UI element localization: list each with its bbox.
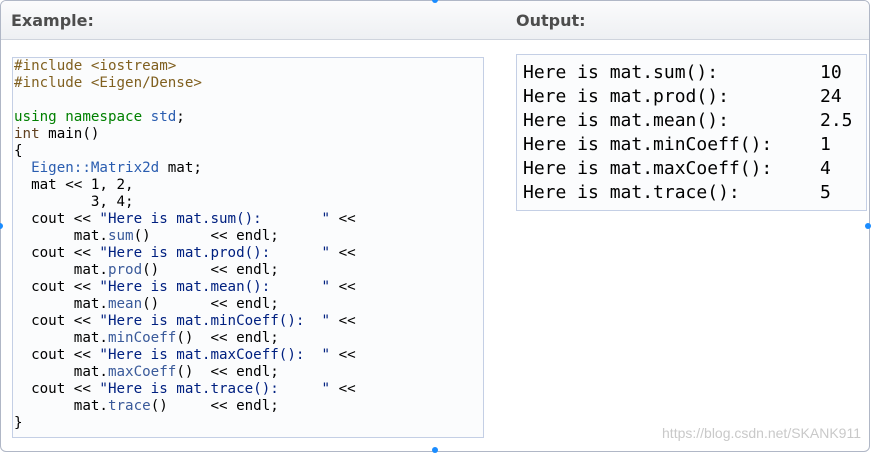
int-keyword: int xyxy=(14,126,40,142)
mat-prefix: mat. xyxy=(14,330,108,346)
matrix-type: Eigen::Matrix2d xyxy=(31,160,160,176)
resize-handle-bottom[interactable] xyxy=(432,447,438,453)
output-block: Here is mat.sum(): 10 Here is mat.prod(): 2… xyxy=(516,54,867,211)
output-value: 5 xyxy=(820,182,831,203)
include-iostream: #include <iostream> xyxy=(14,58,177,74)
cout-line: cout << "Here is mat.mean(): " << xyxy=(14,279,483,296)
method-call-line: mat.maxCoeff() << endl; xyxy=(14,364,483,381)
method-call-line: mat.mean() << endl; xyxy=(14,296,483,313)
cout-line: cout << "Here is mat.sum(): " << xyxy=(14,211,483,228)
output-label: Here is mat.minCoeff(): xyxy=(523,134,773,155)
cout-line: cout << "Here is mat.prod(): " << xyxy=(14,245,483,262)
method-tail: () << endl; xyxy=(133,228,279,244)
method-tail: () << endl; xyxy=(142,296,279,312)
init-line-1: mat << 1, 2, xyxy=(14,177,134,193)
matrix-decl: mat; xyxy=(159,160,202,176)
resize-handle-right[interactable] xyxy=(865,223,871,229)
cout-suffix: << xyxy=(330,313,356,329)
method-call-line: mat.sum() << endl; xyxy=(14,228,483,245)
cout-line: cout << "Here is mat.trace(): " << xyxy=(14,381,483,398)
example-heading: Example: xyxy=(11,11,94,30)
output-value: 10 xyxy=(820,62,842,83)
output-row: Here is mat.sum(): 10 xyxy=(523,61,866,85)
method-name: sum xyxy=(107,228,134,244)
using-keyword: using namespace xyxy=(14,109,143,125)
output-value: 24 xyxy=(820,86,842,107)
output-value: 1 xyxy=(820,134,831,155)
method-call-line: mat.trace() << endl; xyxy=(14,398,483,415)
output-label: Here is mat.sum(): xyxy=(523,62,719,83)
output-row: Here is mat.maxCoeff(): 4 xyxy=(523,157,866,181)
cout-prefix: cout << xyxy=(14,347,100,363)
output-string: "Here is mat.trace(): " xyxy=(99,381,331,397)
cout-suffix: << xyxy=(330,211,356,227)
output-string: "Here is mat.prod(): " xyxy=(99,245,331,261)
output-string: "Here is mat.minCoeff(): " xyxy=(99,313,331,329)
cout-prefix: cout << xyxy=(14,279,100,295)
example-panel: Example: Output: #include <iostream> #inc… xyxy=(0,0,870,452)
output-label: Here is mat.mean(): xyxy=(523,110,729,131)
output-string: "Here is mat.maxCoeff(): " xyxy=(99,347,331,363)
output-label: Here is mat.maxCoeff(): xyxy=(523,158,773,179)
cout-suffix: << xyxy=(330,381,356,397)
matrix-decl-line: Eigen::Matrix2d mat; xyxy=(14,160,483,177)
open-brace: { xyxy=(14,143,23,159)
cout-suffix: << xyxy=(330,347,356,363)
output-string: "Here is mat.sum(): " xyxy=(99,211,331,227)
cout-line: cout << "Here is mat.minCoeff(): " << xyxy=(14,313,483,330)
output-value: 2.5 xyxy=(820,110,853,131)
mat-prefix: mat. xyxy=(14,398,108,414)
method-name: minCoeff xyxy=(107,330,177,346)
statement-list: cout << "Here is mat.sum(): " << mat.sum… xyxy=(14,211,483,415)
method-call-line: mat.minCoeff() << endl; xyxy=(14,330,483,347)
cout-line: cout << "Here is mat.maxCoeff(): " << xyxy=(14,347,483,364)
output-label: Here is mat.trace(): xyxy=(523,182,740,203)
main-line: int main() xyxy=(14,126,483,143)
method-name: maxCoeff xyxy=(107,364,177,380)
output-row: Here is mat.mean(): 2.5 xyxy=(523,109,866,133)
output-value: 4 xyxy=(820,158,831,179)
cout-suffix: << xyxy=(330,245,356,261)
include-eigen: #include <Eigen/Dense> xyxy=(14,75,202,91)
method-tail: () << endl; xyxy=(150,398,279,414)
output-row: Here is mat.prod(): 24 xyxy=(523,85,866,109)
cout-suffix: << xyxy=(330,279,356,295)
output-label: Here is mat.prod(): xyxy=(523,86,729,107)
output-string: "Here is mat.mean(): " xyxy=(99,279,331,295)
method-call-line: mat.prod() << endl; xyxy=(14,262,483,279)
main-signature: main() xyxy=(39,126,100,142)
close-brace: } xyxy=(14,415,23,431)
code-block: #include <iostream> #include <Eigen/Dense… xyxy=(12,57,484,438)
mat-prefix: mat. xyxy=(14,228,108,244)
using-semicolon: ; xyxy=(176,109,185,125)
method-name: prod xyxy=(107,262,143,278)
cout-prefix: cout << xyxy=(14,245,100,261)
init-line-2: 3, 4; xyxy=(14,194,134,210)
method-tail: () << endl; xyxy=(176,364,279,380)
watermark: https://blog.csdn.net/SKANK911 xyxy=(662,425,861,441)
mat-prefix: mat. xyxy=(14,364,108,380)
using-line: using namespace std; xyxy=(14,109,483,126)
method-tail: () << endl; xyxy=(176,330,279,346)
output-heading: Output: xyxy=(516,11,586,30)
method-tail: () << endl; xyxy=(142,262,279,278)
mat-prefix: mat. xyxy=(14,262,108,278)
namespace-name: std xyxy=(142,109,177,125)
method-name: trace xyxy=(107,398,151,414)
cout-prefix: cout << xyxy=(14,211,100,227)
cout-prefix: cout << xyxy=(14,381,100,397)
method-name: mean xyxy=(107,296,143,312)
output-row: Here is mat.minCoeff(): 1 xyxy=(523,133,866,157)
output-row: Here is mat.trace(): 5 xyxy=(523,181,866,205)
mat-prefix: mat. xyxy=(14,296,108,312)
panel-header: Example: Output: xyxy=(1,1,869,40)
cout-prefix: cout << xyxy=(14,313,100,329)
